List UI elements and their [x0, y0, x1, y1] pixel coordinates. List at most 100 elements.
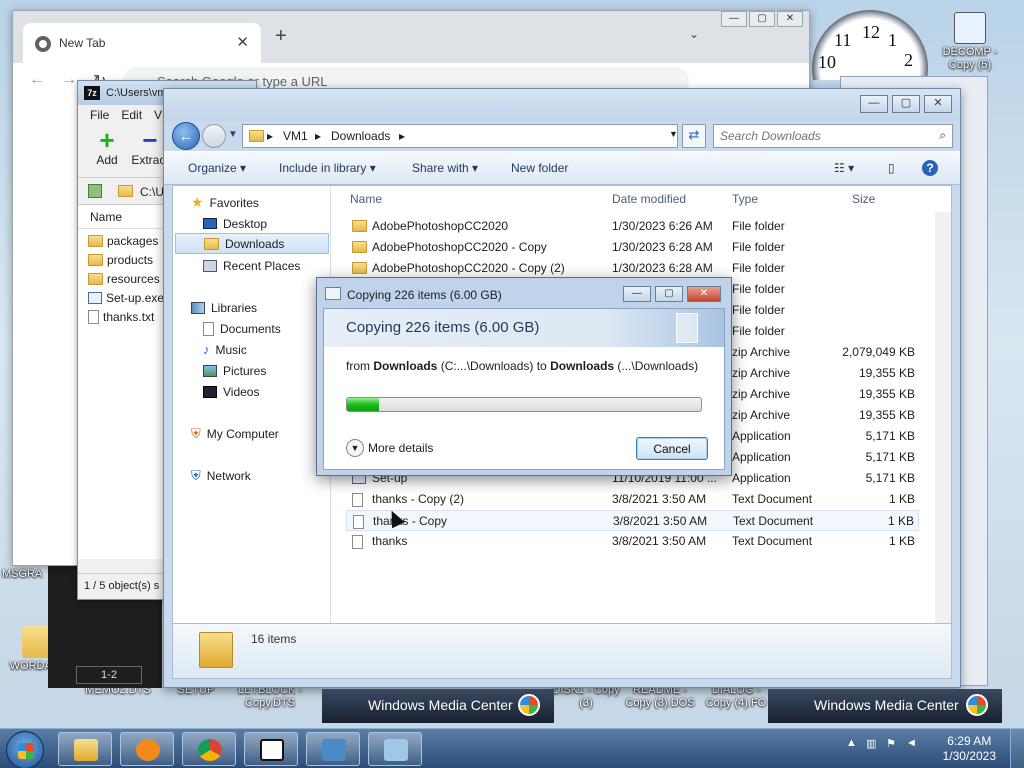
minimize-button[interactable]: — [721, 11, 747, 27]
shield-icon: ⛨ [191, 425, 201, 441]
nav-desktop[interactable]: Desktop [203, 213, 267, 234]
menu-edit[interactable]: Edit [121, 108, 142, 122]
command-bar: Organize ▾ Include in library ▾ Share wi… [164, 151, 960, 185]
dialog-header: Copying 226 items (6.00 GB) [324, 309, 724, 347]
table-row[interactable]: thanks - Copy 3/8/2021 3:50 AM Text Docume… [346, 510, 919, 531]
up-folder-icon[interactable] [88, 184, 102, 198]
refresh-button[interactable]: ⇄ [682, 124, 706, 148]
taskbar-media-player[interactable] [120, 732, 174, 766]
column-name[interactable]: Name [350, 192, 382, 206]
breadcrumb-downloads[interactable]: Downloads [331, 129, 390, 143]
explorer-window-controls: — ▢ ✕ [856, 95, 952, 113]
downloads-folder-icon [204, 237, 219, 250]
add-button[interactable]: + Add [90, 127, 124, 167]
column-size[interactable]: Size [852, 192, 875, 206]
item-count: 16 items [251, 632, 297, 646]
folder-icon [352, 241, 367, 253]
nav-favorites[interactable]: ★ Favorites [191, 192, 259, 213]
copy-progress-dialog[interactable]: Copying 226 items (6.00 GB) — ▢ ✕ Copyin… [316, 277, 732, 476]
7zip-icon [260, 739, 284, 761]
vertical-scrollbar[interactable] [935, 212, 951, 626]
menu-file[interactable]: File [90, 108, 109, 122]
table-row[interactable]: AdobePhotoshopCC2020 1/30/2023 6:26 AM Fil… [346, 216, 919, 237]
cancel-button[interactable]: Cancel [636, 437, 708, 460]
taskbar-computer[interactable] [306, 732, 360, 766]
forward-arrow-icon[interactable]: → [61, 71, 77, 89]
volume-icon[interactable]: ◄ [906, 737, 920, 751]
search-icon[interactable]: ⌕ [939, 128, 946, 143]
taskbar-clock[interactable]: 6:29 AM 1/30/2023 [943, 734, 996, 764]
close-button[interactable]: ✕ [687, 286, 721, 302]
table-row[interactable]: AdobePhotoshopCC2020 - Copy (2) 1/30/2023… [346, 258, 919, 279]
view-options-icon[interactable]: ☷ ▾ [834, 161, 854, 175]
maximize-button[interactable]: ▢ [749, 11, 775, 27]
column-type[interactable]: Type [732, 192, 758, 206]
taskbar-explorer[interactable] [58, 732, 112, 766]
organize-button[interactable]: Organize ▾ [188, 161, 246, 175]
pager[interactable]: 1-2 [76, 666, 142, 684]
maximize-button[interactable]: ▢ [655, 286, 683, 302]
search-input[interactable] [720, 126, 920, 146]
table-row[interactable]: thanks - Copy (2) 3/8/2021 3:50 AM Text Do… [346, 489, 919, 510]
show-desktop-button[interactable] [1010, 729, 1024, 768]
share-with-button[interactable]: Share with ▾ [412, 161, 478, 175]
nav-music[interactable]: ♪ Music [203, 339, 247, 360]
back-button[interactable]: ← [172, 122, 200, 150]
dialog-heading: Copying 226 items (6.00 GB) [346, 319, 540, 336]
close-button[interactable]: ✕ [924, 95, 952, 113]
nav-my-computer[interactable]: ⛨ My Computer [191, 423, 279, 444]
file-date: 1/30/2023 6:28 AM [612, 240, 713, 254]
folder-icon [88, 272, 103, 285]
folder-icon [74, 739, 98, 761]
desktop-icon [203, 218, 217, 229]
taskbar-notepad[interactable] [368, 732, 422, 766]
nav-libraries[interactable]: Libraries [191, 297, 257, 318]
help-icon[interactable]: ? [922, 160, 938, 176]
new-tab-button[interactable]: + [275, 25, 287, 48]
folder-icon [118, 185, 133, 197]
breadcrumb-vm1[interactable]: VM1 [283, 129, 308, 143]
new-folder-button[interactable]: New folder [511, 161, 568, 175]
table-row[interactable]: thanks 3/8/2021 3:50 AM Text Document 1 KB [346, 531, 919, 552]
system-tray: ▲ ▥ ⚑ ◄ [846, 737, 920, 751]
desktop-icon-decomp[interactable]: DECOMP - Copy (5) [932, 12, 1008, 72]
text-file-icon [352, 493, 363, 507]
preview-pane-icon[interactable]: ▯ [888, 161, 895, 175]
nav-pictures[interactable]: Pictures [203, 360, 266, 381]
nav-videos[interactable]: Videos [203, 381, 259, 402]
chrome-icon [198, 739, 222, 761]
file-size: 19,355 KB [858, 408, 915, 422]
decomp-icon [954, 12, 986, 44]
file-size: 5,171 KB [865, 429, 915, 443]
table-row[interactable]: AdobePhotoshopCC2020 - Copy 1/30/2023 6:2… [346, 237, 919, 258]
network-icon[interactable]: ▥ [866, 737, 880, 751]
wmc-banner-right[interactable]: Windows Media Center [768, 689, 1002, 723]
tab-new-tab[interactable]: New Tab ✕ [23, 23, 261, 63]
taskbar-7zip[interactable] [244, 732, 298, 766]
maximize-button[interactable]: ▢ [892, 95, 920, 113]
start-button[interactable] [6, 731, 44, 768]
menu-view[interactable]: V [154, 108, 162, 122]
minimize-button[interactable]: — [623, 286, 651, 302]
wmc-banner-left[interactable]: Windows Media Center [322, 689, 554, 723]
back-arrow-icon[interactable]: ← [29, 71, 45, 89]
search-box[interactable]: ⌕ [713, 124, 953, 148]
more-details-toggle[interactable]: ▼ More details [346, 439, 433, 457]
include-in-library-button[interactable]: Include in library ▾ [279, 161, 376, 175]
recent-pages-chevron-icon[interactable]: ▼ [228, 129, 238, 140]
close-button[interactable]: ✕ [777, 11, 803, 27]
nav-recent-places[interactable]: Recent Places [203, 255, 300, 276]
forward-button[interactable] [202, 124, 226, 148]
flag-icon[interactable]: ⚑ [886, 737, 900, 751]
nav-downloads[interactable]: Downloads [175, 233, 329, 254]
nav-documents[interactable]: Documents [203, 318, 281, 339]
close-tab-icon[interactable]: ✕ [236, 33, 249, 51]
column-date-modified[interactable]: Date modified [612, 192, 686, 206]
minimize-button[interactable]: — [860, 95, 888, 113]
nav-network[interactable]: ⛨ Network [191, 465, 251, 486]
tray-expand-icon[interactable]: ▲ [846, 737, 860, 751]
taskbar-chrome[interactable] [182, 732, 236, 766]
address-bar[interactable]: ▸ VM1 ▸ Downloads ▸ ▼ [242, 124, 678, 148]
address-dropdown-icon[interactable]: ▼ [669, 129, 678, 139]
tab-search-button[interactable]: ⌄ [689, 27, 699, 41]
